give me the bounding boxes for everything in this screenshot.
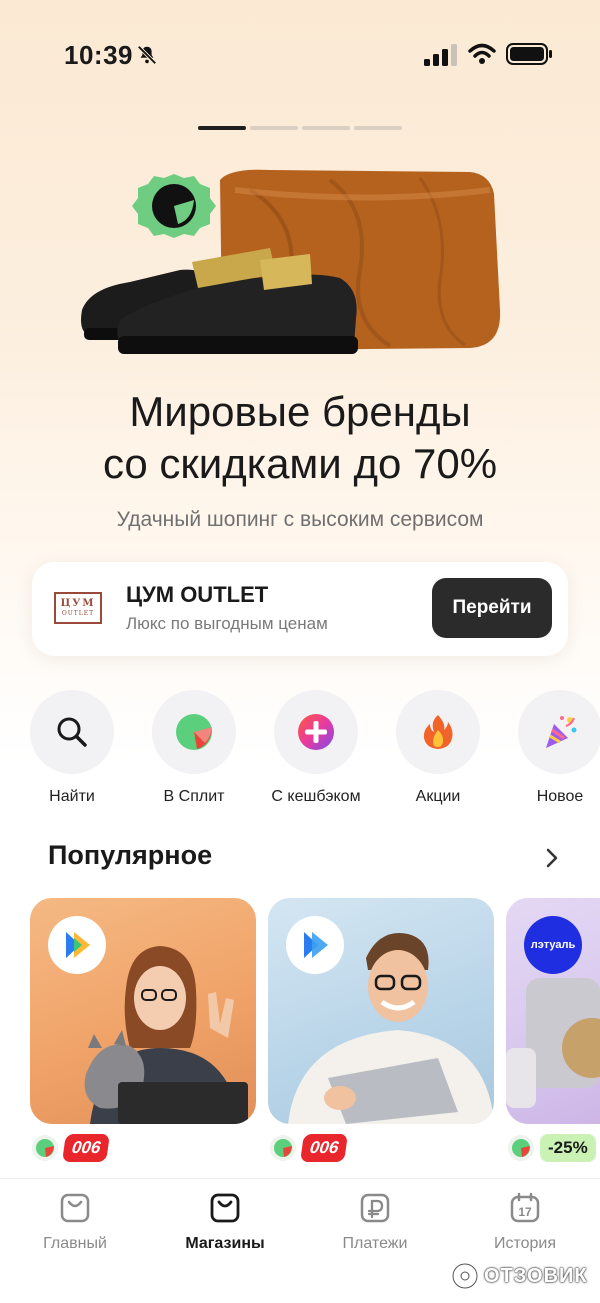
tab-main[interactable]: Главный (15, 1191, 135, 1253)
quick-action-split[interactable]: В Сплит (144, 690, 244, 806)
hero-title-line2: со скидками до 70% (102, 440, 498, 487)
split-icon (176, 714, 212, 750)
popular-section-title: Популярное (48, 840, 213, 870)
quick-action-search[interactable]: Найти (22, 690, 122, 806)
tab-label: Главный (43, 1235, 107, 1252)
discount-tag: 006 (300, 1134, 349, 1162)
letual-logo: лэтуаль (524, 916, 582, 974)
quick-action-cashback[interactable]: С кешбэком (266, 690, 366, 806)
popular-card[interactable] (268, 898, 494, 1124)
status-time: 10:39 (64, 40, 133, 70)
discount-tag: 006 (62, 1134, 111, 1162)
split-icon (32, 1135, 58, 1161)
party-popper-icon (546, 716, 577, 748)
fire-icon (423, 715, 453, 749)
calendar-icon: 17 (510, 1192, 540, 1223)
promo-subtitle: Люкс по выгодным ценам (126, 614, 328, 633)
search-icon (57, 717, 87, 747)
letual-logo-text: лэтуаль (530, 939, 576, 951)
play-logo-icon (304, 932, 328, 958)
watermark-text: ОТЗОВИК (484, 1264, 588, 1287)
card-meta: 006 (32, 1132, 111, 1164)
carousel-dot[interactable] (250, 126, 298, 130)
split-badge-icon (132, 174, 216, 238)
calendar-day: 17 (518, 1205, 532, 1219)
quick-action-label: Новое (536, 788, 584, 805)
tab-label: Платежи (342, 1235, 408, 1252)
quick-action-label: Найти (49, 788, 95, 805)
quick-action-label: С кешбэком (271, 788, 361, 805)
battery-icon (506, 43, 552, 65)
chevron-right-icon[interactable] (538, 844, 566, 872)
play-logo-badge (286, 916, 344, 974)
quick-action-label: Акции (415, 788, 461, 805)
cashback-plus-icon (298, 714, 334, 750)
otzovik-watermark: ОТЗОВИК (450, 1258, 600, 1294)
quick-action-circle[interactable] (274, 690, 358, 774)
quick-action-circle[interactable] (518, 690, 600, 774)
quick-action-circle[interactable] (152, 690, 236, 774)
play-logo-icon (66, 932, 90, 958)
shop-bag-icon (210, 1193, 240, 1223)
hero-subtitle: Удачный шопинг с высоким сервисом (116, 508, 484, 531)
split-icon (508, 1135, 534, 1161)
quick-action-circle[interactable] (396, 690, 480, 774)
signal-icon (424, 44, 457, 66)
bell-slash-icon (137, 45, 157, 65)
tsum-outlet-logo: ЦУМ OUTLET (54, 592, 102, 624)
bag-icon (60, 1193, 90, 1223)
go-button[interactable]: Перейти (432, 578, 552, 638)
carousel-dot-active[interactable] (198, 126, 246, 130)
split-icon (270, 1135, 296, 1161)
hero-title: Мировые бренды со скидками до 70% (0, 386, 600, 490)
otzovik-logo-icon (451, 1262, 479, 1290)
card-meta: -25% (508, 1132, 596, 1164)
promo-title: ЦУМ OUTLET (126, 582, 269, 607)
hero-illustration[interactable] (70, 150, 530, 380)
carousel-dot[interactable] (302, 126, 350, 130)
tab-shops[interactable]: Магазины (165, 1191, 285, 1253)
promo-card-tsum-outlet[interactable]: ЦУМ OUTLET ЦУМ OUTLET Люкс по выгодным ц… (32, 562, 568, 656)
popular-card[interactable]: лэтуаль (506, 898, 600, 1124)
play-logo-badge (48, 916, 106, 974)
tab-label: История (493, 1235, 557, 1252)
card-meta: 006 (270, 1132, 349, 1164)
carousel-dot[interactable] (354, 126, 402, 130)
status-bar: 10:39 (0, 0, 600, 100)
hero-title-line1: Мировые бренды (129, 388, 471, 435)
tab-payments[interactable]: Платежи (315, 1191, 435, 1253)
tab-history[interactable]: 17 История (465, 1191, 585, 1253)
quick-action-promos[interactable]: Акции (388, 690, 488, 806)
carousel-indicator (198, 126, 402, 130)
discount-tag: -25% (540, 1134, 596, 1162)
wifi-icon (468, 43, 496, 64)
popular-card[interactable] (30, 898, 256, 1124)
quick-action-new[interactable]: Новое (510, 690, 600, 806)
ruble-icon (360, 1193, 390, 1223)
quick-action-label: В Сплит (163, 788, 225, 805)
quick-action-circle[interactable] (30, 690, 114, 774)
tab-label: Магазины (185, 1235, 265, 1252)
